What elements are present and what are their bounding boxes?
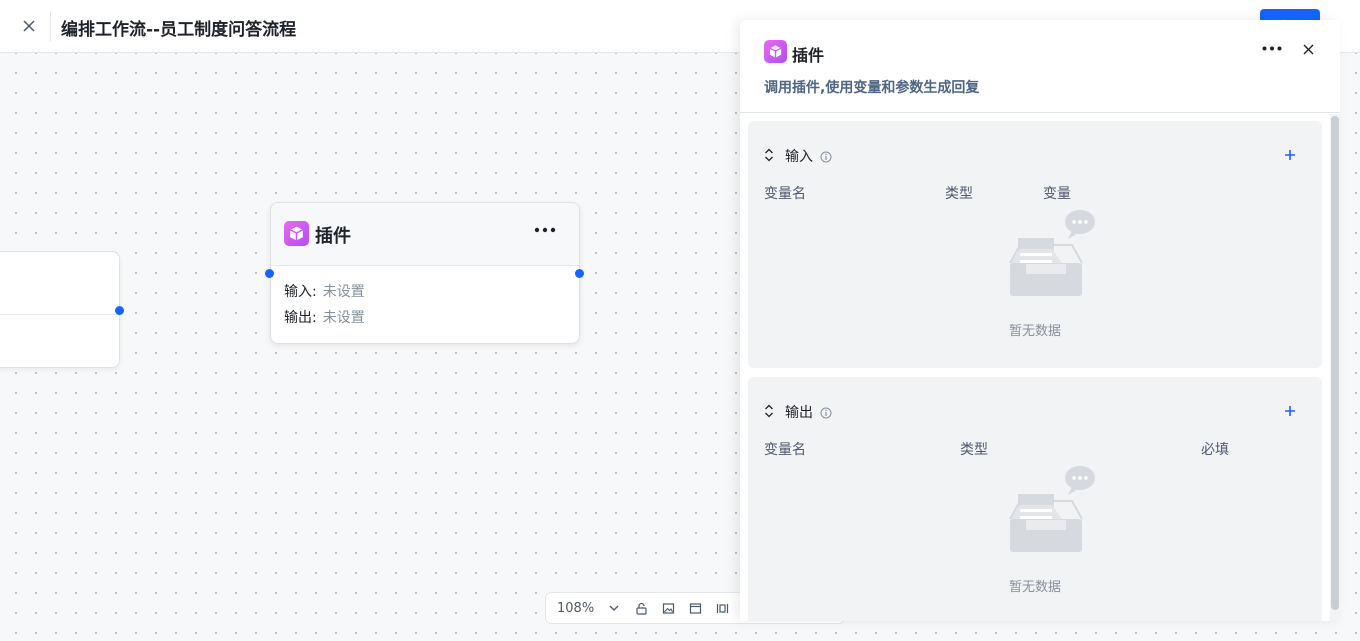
node-divider [0, 314, 119, 315]
zoom-level[interactable]: 108% [557, 601, 597, 616]
empty-state-text: 暂无数据 [1008, 580, 1061, 595]
page-title: 编排工作流--员工制度问答流程 [61, 20, 297, 40]
plugin-node-output-port[interactable] [575, 269, 584, 278]
input-section-title: 输入 [785, 149, 813, 165]
plugin-node-input-port[interactable] [265, 269, 274, 278]
output-section-title: 输出 [785, 405, 813, 421]
lock-icon[interactable] [631, 598, 651, 618]
plus-icon [1285, 150, 1295, 160]
plugin-icon [284, 221, 309, 246]
previous-node[interactable] [0, 251, 120, 368]
output-label: 输出: [284, 310, 317, 326]
empty-inbox-icon [996, 465, 1096, 565]
close-editor-button[interactable] [14, 11, 44, 41]
close-icon [23, 20, 35, 32]
collapse-toggle-icon[interactable] [763, 403, 775, 419]
fit-view-icon[interactable] [685, 598, 705, 618]
panel-description: 调用插件,使用变量和参数生成回复 [764, 80, 980, 96]
add-output-button[interactable] [1281, 402, 1299, 420]
plugin-node-output-row: 输出: 未设置 [284, 307, 365, 327]
close-icon [1303, 44, 1313, 54]
auto-layout-icon[interactable] [712, 598, 732, 618]
info-icon[interactable] [820, 404, 832, 419]
panel-scrollbar-thumb[interactable] [1331, 116, 1339, 610]
image-export-icon[interactable] [658, 598, 678, 618]
input-value: 未设置 [322, 284, 365, 300]
collapse-toggle-icon[interactable] [763, 147, 775, 163]
column-header-name: 变量名 [764, 186, 806, 202]
info-icon[interactable] [820, 148, 832, 163]
add-input-button[interactable] [1281, 146, 1299, 164]
column-header-required: 必填 [1201, 442, 1229, 458]
empty-inbox-icon [996, 209, 1096, 309]
panel-title: 插件 [792, 46, 825, 65]
plus-icon [1285, 406, 1295, 416]
empty-state-text: 暂无数据 [1008, 324, 1061, 339]
plugin-node-header: 插件 [271, 203, 579, 266]
column-header-variable: 变量 [1043, 186, 1071, 202]
column-header-type: 类型 [960, 442, 988, 458]
previous-node-output-port[interactable] [115, 306, 124, 315]
input-section: 输入 变量名 类型 变量 暂无数据 [748, 121, 1322, 368]
plugin-node-input-row: 输入: 未设置 [284, 281, 365, 301]
chevron-down-icon[interactable] [604, 598, 624, 618]
column-header-type: 类型 [945, 186, 973, 202]
plugin-node-title: 插件 [315, 226, 351, 247]
output-section: 输出 变量名 类型 必填 暂无数据 [748, 377, 1322, 621]
more-icon[interactable] [1260, 40, 1284, 56]
header-divider [50, 12, 51, 41]
close-panel-button[interactable] [1298, 39, 1318, 59]
output-value: 未设置 [322, 310, 365, 326]
plugin-node[interactable]: 插件 输入: 未设置 输出: 未设置 [270, 202, 580, 344]
more-icon[interactable] [533, 221, 557, 239]
plugin-config-panel: 插件 调用插件,使用变量和参数生成回复 输入 变量名 类型 变量 暂无数据 输出… [740, 20, 1340, 621]
panel-divider [740, 112, 1340, 113]
plugin-icon [764, 40, 787, 63]
column-header-name: 变量名 [764, 442, 806, 458]
input-label: 输入: [284, 284, 317, 300]
